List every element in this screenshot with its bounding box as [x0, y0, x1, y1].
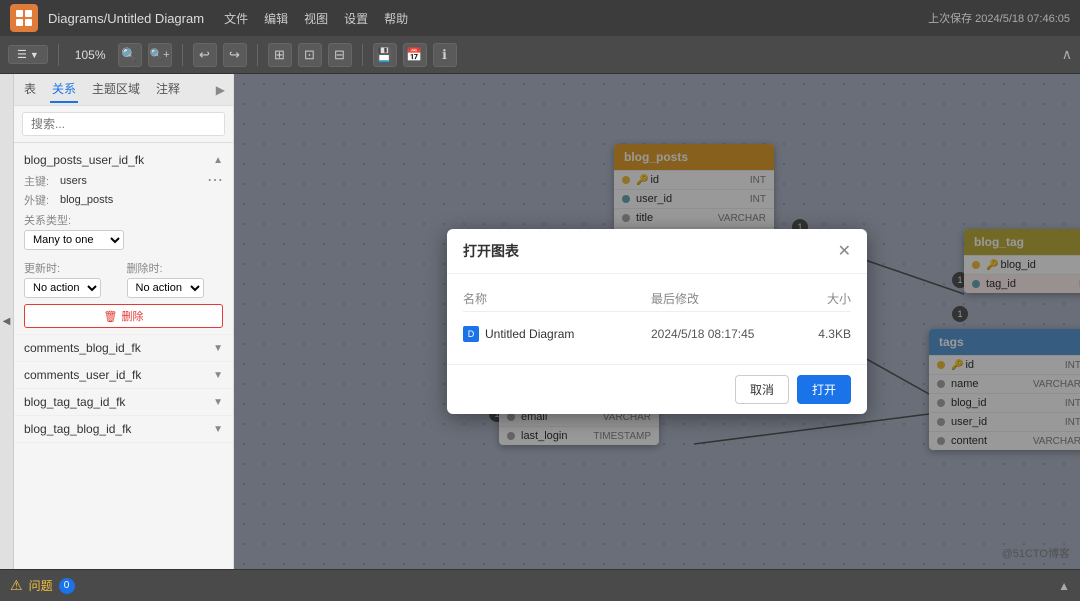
on-delete-select[interactable]: No action Cascade Set null [127, 278, 204, 298]
tab-relation[interactable]: 关系 [50, 76, 78, 103]
menu-file[interactable]: 文件 [224, 10, 248, 27]
toolbar: ☰ ▼ 105% 🔍 🔍+ ↩ ↪ ⊞ ⊡ ⊟ 💾 📅 ℹ ∧ [0, 36, 1080, 74]
fk-simple-title2: comments_user_id_fk [24, 368, 141, 382]
add-table-btn[interactable]: ⊞ [268, 43, 292, 67]
col-size-header: 大小 [791, 290, 851, 307]
bottom-expand-btn[interactable]: ▲ [1058, 579, 1070, 593]
zoom-level: 105% [69, 46, 112, 64]
fk-simple-title3: blog_tag_tag_id_fk [24, 395, 125, 409]
save-btn[interactable]: 💾 [373, 43, 397, 67]
redo-btn[interactable]: ↪ [223, 43, 247, 67]
file-modified: 2024/5/18 08:17:45 [651, 327, 791, 341]
fk-item-header[interactable]: blog_posts_user_id_fk ▲ [24, 153, 223, 167]
sep2 [182, 44, 183, 66]
menu-settings[interactable]: 设置 [344, 10, 368, 27]
warning-icon: ⚠ [10, 577, 23, 594]
sep1 [58, 44, 59, 66]
fk-collapse-icon3: ▼ [213, 397, 223, 408]
app-logo [10, 4, 38, 32]
app-title: Diagrams/Untitled Diagram [48, 11, 204, 26]
search-input[interactable] [22, 112, 225, 136]
menu-edit[interactable]: 编辑 [264, 10, 288, 27]
sidebar-content: blog_posts_user_id_fk ▲ 主键: users ⋯ 外键: … [14, 143, 233, 569]
titlebar: Diagrams/Untitled Diagram 文件 编辑 视图 设置 帮助… [0, 0, 1080, 36]
fk-item-blog-tag-tag[interactable]: blog_tag_tag_id_fk ▼ [14, 389, 233, 416]
sep3 [257, 44, 258, 66]
col-name-header: 名称 [463, 290, 651, 307]
fk-item-blog-posts-user: blog_posts_user_id_fk ▲ 主键: users ⋯ 外键: … [14, 147, 233, 335]
modal-header: 打开图表 ✕ [447, 229, 867, 274]
fk-simple-title4: blog_tag_blog_id_fk [24, 422, 131, 436]
info-btn[interactable]: ℹ [433, 43, 457, 67]
file-size: 4.3KB [791, 327, 851, 341]
fk-foreign-key-row: 外键: blog_posts [24, 192, 223, 208]
delete-icon: 🗑 [104, 310, 118, 323]
warning-badge: 0 [59, 578, 75, 594]
zoom-in-btn[interactable]: 🔍+ [148, 43, 172, 67]
fk-detail: 主键: users ⋯ 外键: blog_posts 关系类型: Many to… [24, 173, 223, 328]
add-relation-btn[interactable]: ⊡ [298, 43, 322, 67]
fk-collapse-icon4: ▼ [213, 424, 223, 435]
save-info: 上次保存 2024/5/18 07:46:05 [928, 10, 1070, 26]
foreign-key-label: 外键: [24, 192, 54, 208]
tab-note[interactable]: 注释 [154, 76, 182, 103]
on-update-label: 更新时: [24, 260, 121, 276]
sidebar-tabs: 表 关系 主题区域 注释 ▶ [14, 74, 233, 106]
fk-main-key-row: 主键: users ⋯ [24, 173, 223, 189]
fk-item-comments-user[interactable]: comments_user_id_fk ▼ [14, 362, 233, 389]
fk-collapse-icon2: ▼ [213, 370, 223, 381]
calendar-btn[interactable]: 📅 [403, 43, 427, 67]
undo-btn[interactable]: ↩ [193, 43, 217, 67]
sidebar-search-container [14, 106, 233, 143]
fk-item-comments-blog[interactable]: comments_blog_id_fk ▼ [14, 335, 233, 362]
on-update-select[interactable]: No action Cascade Set null [24, 278, 101, 298]
modal-file-row[interactable]: D Untitled Diagram 2024/5/18 08:17:45 4.… [463, 320, 851, 348]
fk-item-blog-tag-blog[interactable]: blog_tag_blog_id_fk ▼ [14, 416, 233, 443]
on-delete-label: 删除时: [127, 260, 224, 276]
sidebar: 表 关系 主题区域 注释 ▶ blog_posts_user_id_fk ▲ 主… [14, 74, 234, 569]
warning-label[interactable]: 问题 [29, 577, 53, 594]
modal-close-btn[interactable]: ✕ [838, 241, 851, 261]
sep4 [362, 44, 363, 66]
modal-title: 打开图表 [463, 241, 519, 261]
toolbar-collapse-btn[interactable]: ∧ [1062, 46, 1072, 63]
menu-view[interactable]: 视图 [304, 10, 328, 27]
tab-theme[interactable]: 主题区域 [90, 76, 142, 103]
fk-item-title: blog_posts_user_id_fk [24, 153, 144, 167]
doc-icon: D [463, 326, 479, 342]
fk-simple-title: comments_blog_id_fk [24, 341, 141, 355]
canvas-area[interactable]: 1 1 1 1 1 1 blog_posts 🔑 id INT user_id … [234, 74, 1080, 569]
modal-overlay[interactable]: 打开图表 ✕ 名称 最后修改 大小 D Untitled Diagram [234, 74, 1080, 569]
add-note-btn[interactable]: ⊟ [328, 43, 352, 67]
main-key-label: 主键: [24, 173, 54, 189]
delete-fk-btn[interactable]: 🗑 删除 [24, 304, 223, 328]
col-modified-header: 最后修改 [651, 290, 791, 307]
modal-footer: 取消 打开 [447, 364, 867, 414]
foreign-key-value: blog_posts [60, 194, 113, 206]
file-name: Untitled Diagram [485, 327, 574, 341]
sidebar-tab-right-arrow[interactable]: ▶ [216, 83, 225, 97]
modal-table-header: 名称 最后修改 大小 [463, 290, 851, 312]
relation-type-label: 关系类型: [24, 212, 223, 228]
main-key-value: users [60, 175, 87, 187]
open-button[interactable]: 打开 [797, 375, 851, 404]
zoom-out-btn[interactable]: 🔍 [118, 43, 142, 67]
cancel-button[interactable]: 取消 [735, 375, 789, 404]
main-key-more[interactable]: ⋯ [207, 173, 223, 189]
main-layout: ◀ 表 关系 主题区域 注释 ▶ blog_posts_user_id_fk ▲… [0, 74, 1080, 569]
update-delete-row: 更新时: No action Cascade Set null 删除时: No … [24, 256, 223, 298]
sidebar-toggle-left[interactable]: ◀ [0, 74, 14, 569]
fk-collapse-icon: ▼ [213, 343, 223, 354]
menu-help[interactable]: 帮助 [384, 10, 408, 27]
fk-expand-icon: ▲ [213, 155, 223, 166]
delete-label: 删除 [121, 308, 143, 324]
file-name-cell: D Untitled Diagram [463, 326, 651, 342]
bottom-bar: ⚠ 问题 0 ▲ [0, 569, 1080, 601]
menu-bar: 文件 编辑 视图 设置 帮助 [224, 10, 408, 27]
open-diagram-modal: 打开图表 ✕ 名称 最后修改 大小 D Untitled Diagram [447, 229, 867, 414]
toolbar-menu-btn[interactable]: ☰ ▼ [8, 45, 48, 64]
tab-table[interactable]: 表 [22, 76, 38, 103]
modal-body: 名称 最后修改 大小 D Untitled Diagram 2024/5/18 … [447, 274, 867, 364]
relation-type-select[interactable]: Many to one One to one Many to many [24, 230, 124, 250]
